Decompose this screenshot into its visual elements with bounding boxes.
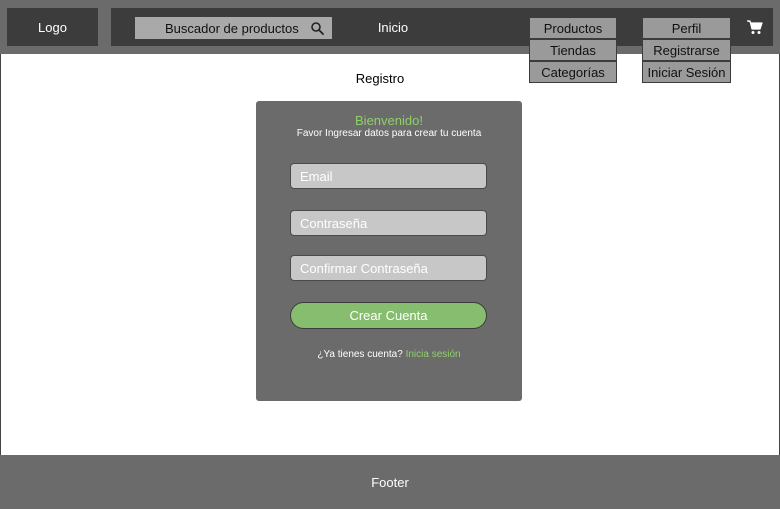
form-subtitle: Favor Ingresar datos para crear tu cuent… [296, 128, 482, 139]
search-input[interactable]: Buscador de productos [135, 17, 332, 39]
logo[interactable]: Logo [7, 8, 98, 46]
footer-label: Footer [371, 474, 409, 490]
nav-home-link[interactable]: Inicio [366, 18, 420, 38]
confirm-password-field[interactable] [290, 255, 487, 281]
search-placeholder: Buscador de productos [165, 20, 299, 36]
cart-icon[interactable] [747, 20, 763, 35]
menu-item-categories[interactable]: Categorías [529, 61, 617, 83]
menu-item-login[interactable]: Iniciar Sesión [642, 61, 731, 83]
login-prompt: ¿Ya tienes cuenta? [317, 349, 403, 360]
login-prompt-line: ¿Ya tienes cuenta? Inicia sesión [256, 349, 522, 360]
menu-item-register[interactable]: Registrarse [642, 39, 731, 61]
email-field[interactable] [290, 163, 487, 189]
login-link[interactable]: Inicia sesión [406, 349, 461, 360]
menu-profile[interactable]: Perfil [642, 17, 731, 39]
menu-item-stores[interactable]: Tiendas [529, 39, 617, 61]
menu-products[interactable]: Productos [529, 17, 617, 39]
page-title: Registro [355, 71, 405, 86]
password-field[interactable] [290, 210, 487, 236]
footer: Footer [0, 455, 780, 509]
create-account-button[interactable]: Crear Cuenta [290, 302, 487, 329]
welcome-heading: Bienvenido! [355, 113, 423, 128]
search-icon[interactable] [310, 21, 324, 35]
